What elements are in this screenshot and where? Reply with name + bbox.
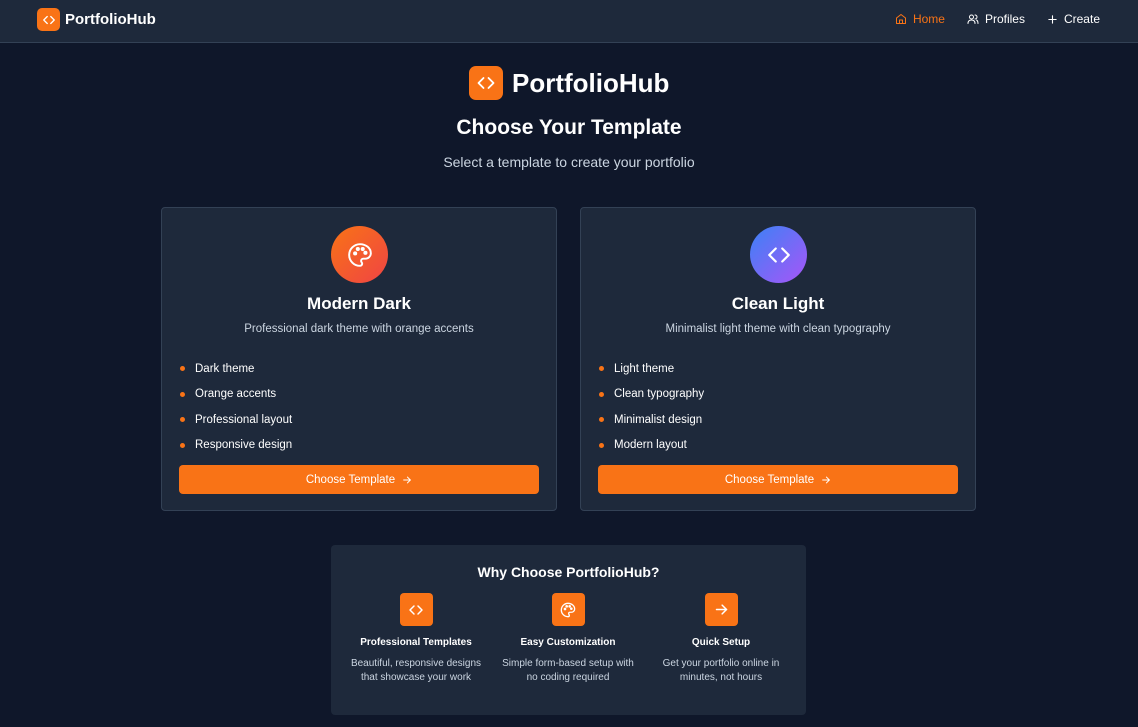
feature-label: Modern layout: [614, 439, 687, 452]
arrow-right-icon: [822, 476, 830, 483]
nav-link-create[interactable]: Create: [1047, 12, 1100, 26]
why-item-title: Quick Setup: [691, 637, 751, 648]
feature-label: Minimalist design: [614, 413, 703, 426]
feature-label: Professional layout: [195, 413, 293, 426]
code-icon: [469, 66, 503, 100]
why-title: Why Choose PortfolioHub?: [477, 564, 660, 580]
navbar: PortfolioHub Home Profiles Create: [0, 0, 1138, 43]
bullet-dot: [180, 391, 185, 397]
palette-icon: [551, 593, 585, 626]
template-card-clean-light: Clean Light Minimalist light theme with …: [580, 207, 976, 511]
nav-link-label: Create: [1063, 12, 1100, 26]
nav-link-profiles[interactable]: Profiles: [967, 12, 1025, 26]
feature-item: Responsive design: [180, 433, 292, 459]
feature-item: Minimalist design: [599, 407, 704, 433]
nav-link-label: Profiles: [984, 12, 1025, 26]
template-title: Clean Light: [731, 294, 825, 313]
why-section: Why Choose PortfolioHub? Professional Te…: [331, 545, 806, 715]
home-icon: [895, 14, 906, 24]
feature-label: Responsive design: [195, 439, 293, 452]
template-title: Modern Dark: [307, 294, 411, 313]
button-label: Choose Template: [724, 473, 815, 486]
feature-item: Clean typography: [599, 382, 704, 408]
button-label: Choose Template: [305, 473, 396, 486]
palette-icon: [331, 226, 388, 283]
feature-list: Light theme Clean typography Minimalist …: [599, 356, 704, 458]
why-item-title: Professional Templates: [360, 637, 472, 648]
template-description: Professional dark theme with orange acce…: [244, 323, 474, 335]
code-icon: [750, 226, 807, 283]
feature-item: Modern layout: [599, 433, 704, 459]
feature-item: Orange accents: [180, 382, 292, 408]
feature-item: Professional layout: [180, 407, 292, 433]
plus-icon: [1048, 14, 1057, 24]
nav-link-label: Home: [912, 12, 945, 26]
feature-label: Orange accents: [195, 388, 277, 401]
why-item-title: Easy Customization: [520, 637, 616, 648]
choose-template-button[interactable]: Choose Template: [179, 465, 539, 494]
feature-item: Light theme: [599, 356, 704, 382]
hero-brand-name: PortfolioHub: [512, 67, 670, 98]
bullet-dot: [599, 442, 604, 448]
nav-links: Home Profiles Create: [873, 12, 1100, 26]
bullet-dot: [599, 417, 604, 423]
feature-label: Light theme: [614, 362, 675, 375]
bullet-dot: [180, 366, 185, 372]
choose-template-button[interactable]: Choose Template: [598, 465, 958, 494]
brand-name: PortfolioHub: [65, 11, 156, 28]
template-description: Minimalist light theme with clean typogr…: [665, 323, 891, 335]
bullet-dot: [599, 391, 604, 397]
arrow-right-icon: [403, 476, 411, 483]
why-item-description: Beautiful, responsive designs that showc…: [350, 658, 482, 683]
bullet-dot: [180, 442, 185, 448]
why-item-easy-customization: Easy Customization Simple form-based set…: [498, 593, 638, 685]
why-item-quick-setup: Quick Setup Get your portfolio online in…: [651, 593, 791, 685]
code-icon: [37, 8, 60, 31]
bullet-dot: [180, 417, 185, 423]
why-item-professional-templates: Professional Templates Beautiful, respon…: [346, 593, 486, 685]
feature-label: Clean typography: [614, 388, 705, 401]
page-title: Choose Your Template: [456, 116, 682, 139]
bullet-dot: [599, 366, 604, 372]
page-subtitle: Select a template to create your portfol…: [443, 154, 695, 170]
brand-link[interactable]: PortfolioHub: [37, 8, 156, 31]
why-item-description: Simple form-based setup with no coding r…: [502, 658, 634, 683]
nav-link-home[interactable]: Home: [895, 12, 945, 26]
feature-item: Dark theme: [180, 356, 292, 382]
template-card-modern-dark: Modern Dark Professional dark theme with…: [161, 207, 557, 511]
hero-logo: PortfolioHub: [469, 66, 669, 100]
code-icon: [399, 593, 433, 626]
users-icon: [967, 14, 979, 24]
feature-label: Dark theme: [195, 362, 255, 375]
feature-list: Dark theme Orange accents Professional l…: [180, 356, 292, 458]
why-item-description: Get your portfolio online in minutes, no…: [662, 658, 780, 683]
arrow-right-icon: [704, 593, 738, 626]
